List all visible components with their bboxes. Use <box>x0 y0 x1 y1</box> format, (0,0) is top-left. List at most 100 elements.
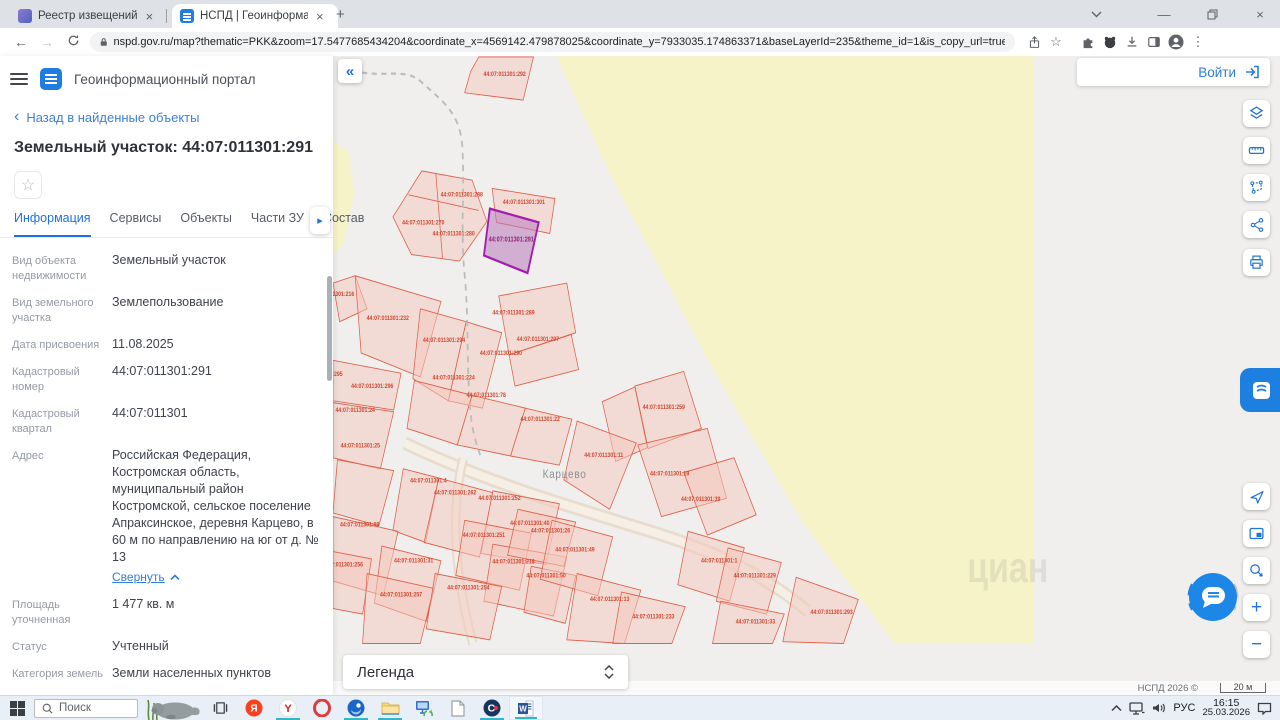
taskbar-search-box[interactable]: Поиск <box>34 698 138 718</box>
favorite-star-button[interactable]: ☆ <box>14 171 42 199</box>
reload-icon[interactable] <box>60 34 86 50</box>
legend-bar[interactable]: Легенда <box>343 655 628 689</box>
new-tab-button[interactable]: + <box>336 6 345 23</box>
parcel-label[interactable]: 44:07:011301:13 <box>590 597 630 604</box>
parcel-label[interactable]: 44:07:011301:292 <box>484 72 527 79</box>
download-icon[interactable] <box>1121 35 1143 49</box>
panel-tab-1[interactable]: Информация <box>14 211 91 237</box>
side-panel-icon[interactable] <box>1143 35 1165 49</box>
parcel-label[interactable]: 44:07:011301:251 <box>463 532 506 539</box>
area-select-button[interactable] <box>1243 174 1270 201</box>
bookmark-star-icon[interactable]: ☆ <box>1045 34 1067 50</box>
window-minimize-button[interactable]: — <box>1144 0 1184 28</box>
parcel-label[interactable]: 44:07:011301:270 <box>402 220 444 227</box>
parcel-label[interactable]: 44:07:011301:78 <box>466 393 506 400</box>
tab-close-icon[interactable]: × <box>144 9 156 24</box>
parcel-label[interactable]: 44:07:011301:40 <box>510 520 549 527</box>
url-bar[interactable]: nspd.gov.ru/map?thematic=PKK&zoom=17.547… <box>90 32 1015 52</box>
app-yandex-browser[interactable]: Y <box>271 696 305 720</box>
parcel-label[interactable]: 7:011301:256 <box>333 562 364 569</box>
display-tray-icon[interactable] <box>1129 701 1145 715</box>
panel-tab-3[interactable]: Объекты <box>180 211 232 237</box>
parcel-label[interactable]: 44:07:011301:262 <box>434 490 477 497</box>
app-remote-desktop[interactable] <box>407 696 441 720</box>
parcel-label[interactable]: 44:07:011301:233 <box>632 614 675 621</box>
app-opera[interactable] <box>305 696 339 720</box>
parcel-label[interactable]: 44:07:011301:296 <box>351 384 394 391</box>
parcel-label[interactable]: 44:07:011301:257 <box>380 592 422 599</box>
parcel-label[interactable]: 44:07:011301:288 <box>441 192 484 199</box>
parcel-label[interactable]: 44:07:011301:254 <box>447 585 490 592</box>
back-icon[interactable]: ← <box>8 34 34 50</box>
extension-dark-icon[interactable] <box>1099 35 1121 49</box>
parcel-label[interactable]: 44:07:011301:19 <box>650 471 690 478</box>
parcel-label[interactable]: 1301:216 <box>333 292 355 299</box>
extensions-puzzle-icon[interactable] <box>1077 35 1099 49</box>
parcel-label[interactable]: 44:07:011301:49 <box>555 547 595 554</box>
language-indicator[interactable]: РУС <box>1173 702 1195 714</box>
app-consultant-plus[interactable]: C <box>475 696 509 720</box>
share-icon[interactable] <box>1023 35 1045 49</box>
locate-button[interactable] <box>1243 483 1270 510</box>
start-button[interactable] <box>0 700 34 716</box>
parcel-label[interactable]: :295 <box>333 372 343 379</box>
layers-button[interactable] <box>1243 100 1270 127</box>
collapse-panel-button[interactable]: « <box>338 59 362 83</box>
app-atom-browser[interactable] <box>339 696 373 720</box>
collapse-address-link[interactable]: Свернуть <box>112 569 180 586</box>
volume-icon[interactable] <box>1152 702 1166 714</box>
parcel-label[interactable]: 44:07:011301:252 <box>478 496 521 503</box>
parcel-label[interactable]: 44:07:011301:290 <box>480 350 522 357</box>
chat-fab[interactable] <box>1182 566 1244 628</box>
app-yandex-start[interactable]: Я <box>237 696 271 720</box>
hidden-icons-chevron[interactable] <box>1111 704 1122 712</box>
panel-scrollbar[interactable] <box>327 274 332 694</box>
parcel-label[interactable]: 44:07:011301:11 <box>584 452 624 459</box>
parcel-label[interactable]: 44:07:011301:289 <box>492 310 535 317</box>
parcel-label[interactable]: 44:07:011301:33 <box>736 619 776 626</box>
zoom-out-button[interactable]: − <box>1243 631 1270 658</box>
parcel-label[interactable]: 44:07:011301:301 <box>503 200 546 207</box>
parcel-label[interactable]: 44:07:011301:50 <box>526 573 565 580</box>
print-button[interactable] <box>1243 249 1270 276</box>
parcel-label[interactable]: 44:07:011301:224 <box>432 375 475 382</box>
parcel-label[interactable]: 44:07:011301:25 <box>341 443 381 450</box>
hamburger-menu-icon[interactable] <box>10 73 28 85</box>
search-on-map-button[interactable] <box>1243 557 1270 584</box>
news-widget-manatee-image[interactable] <box>141 696 203 720</box>
measure-button[interactable] <box>1243 137 1270 164</box>
login-bar[interactable]: Войти <box>1077 58 1270 86</box>
parcel-label[interactable]: 44:07:011301:26 <box>531 528 571 535</box>
notification-center-icon[interactable] <box>1257 702 1272 715</box>
browser-tab-reestr[interactable]: Реестр извещений × <box>10 4 176 28</box>
window-close-button[interactable]: × <box>1240 0 1280 28</box>
minimap-button[interactable] <box>1243 520 1270 547</box>
app-file-explorer[interactable] <box>373 696 407 720</box>
zoom-in-button[interactable]: + <box>1243 594 1270 621</box>
parcel-label[interactable]: 44:07:011301:280 <box>432 231 474 238</box>
window-restore-button[interactable] <box>1192 0 1232 28</box>
parcel-label[interactable]: 44:07:011301:39 <box>681 497 721 504</box>
panel-tab-4[interactable]: Части ЗУ <box>251 211 304 237</box>
parcel-label[interactable]: 44:07:011301:31 <box>394 558 434 565</box>
parcel-label[interactable]: 44:07:011301:89 <box>340 522 380 529</box>
parcel-label[interactable]: 44:07:011301:4 <box>410 478 447 485</box>
browser-tab-nspd[interactable]: НСПД | Геоинформационный п × <box>172 4 338 28</box>
back-to-results-link[interactable]: ‹ Назад в найденные объекты <box>0 94 333 126</box>
forward-icon[interactable]: → <box>34 34 60 50</box>
profile-avatar[interactable] <box>1165 34 1187 50</box>
tab-close-icon[interactable]: × <box>314 9 326 24</box>
taskbar-clock[interactable]: 16:15 25.03.2026 <box>1202 698 1250 718</box>
parcel-label[interactable]: 44:07:011301:259 <box>643 405 686 412</box>
share-map-button[interactable] <box>1243 211 1270 238</box>
parcel-label[interactable]: 44:07:011301:293 <box>811 610 854 617</box>
tabs-scroll-right-button[interactable]: ▸ <box>310 207 330 234</box>
parcel-label[interactable]: 44:07:011301:232 <box>367 315 410 322</box>
panel-tab-2[interactable]: Сервисы <box>110 211 162 237</box>
app-word[interactable]: W <box>509 696 543 720</box>
documents-side-tab[interactable] <box>1240 368 1280 412</box>
parcel-label[interactable]: 44:07:011301:22 <box>520 417 560 424</box>
parcel-label[interactable]: 44:07:011301:1 <box>701 558 738 565</box>
app-document[interactable] <box>441 696 475 720</box>
parcel-label[interactable]: 44:07:011301:24 <box>336 407 376 414</box>
